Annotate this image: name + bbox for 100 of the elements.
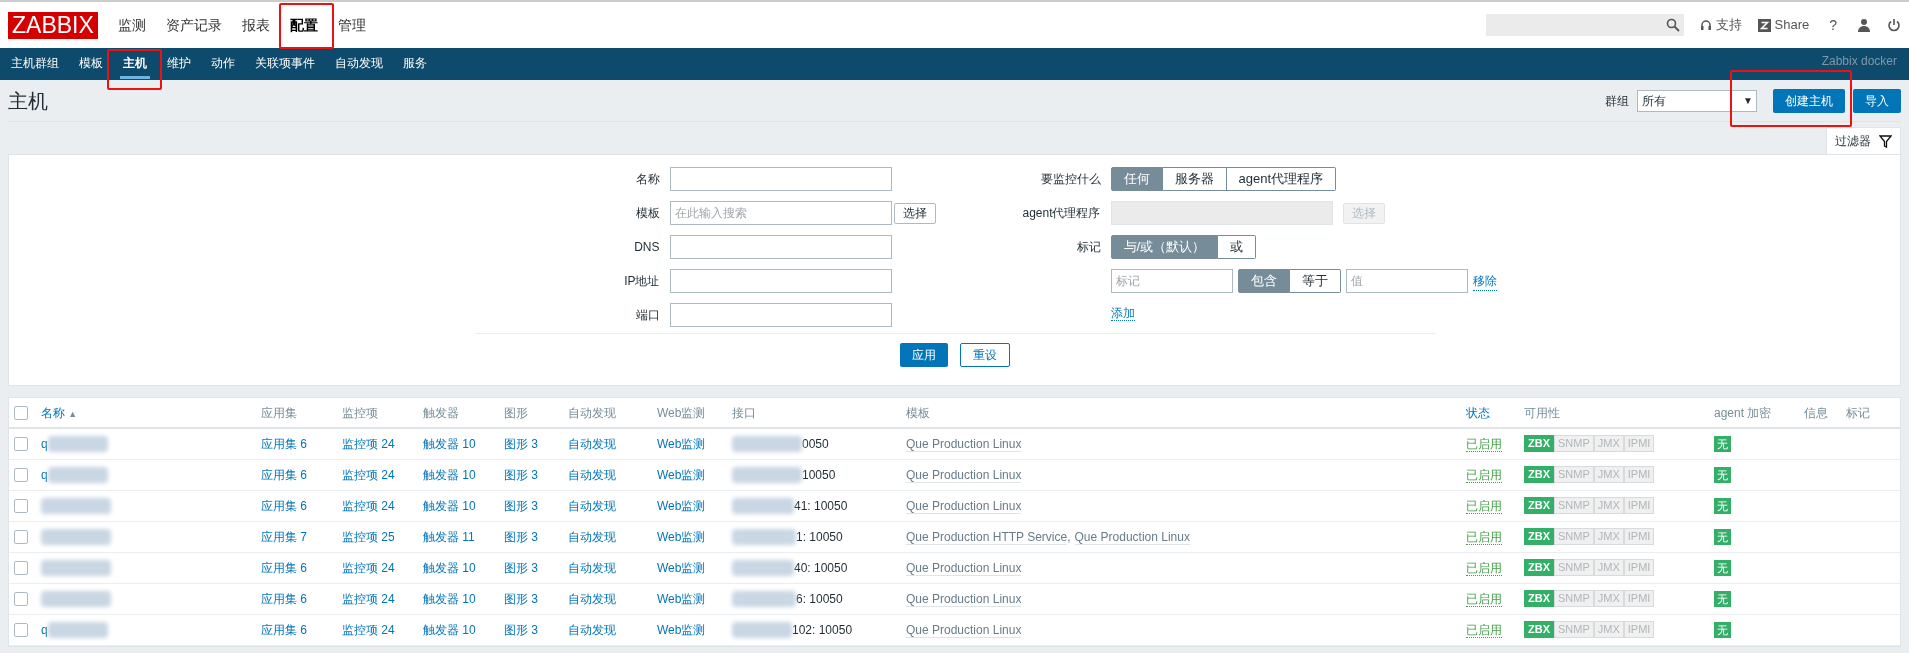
status-link[interactable]: 已启用 <box>1466 529 1502 545</box>
text-field[interactable] <box>669 167 892 191</box>
header-button[interactable]: 导入 <box>1853 88 1901 113</box>
table-link[interactable]: 图形 3 <box>504 436 538 451</box>
help-link[interactable]: ? <box>1825 14 1841 36</box>
filter-tab[interactable]: 过滤器 <box>1826 127 1901 154</box>
add-link[interactable]: 添加 <box>1110 306 1135 321</box>
status-link[interactable]: 已启用 <box>1466 560 1502 576</box>
table-link[interactable]: 图形 3 <box>504 498 538 513</box>
table-link[interactable]: 监控项 24 <box>342 467 395 482</box>
status-link[interactable]: 已启用 <box>1466 436 1502 452</box>
host-name-link[interactable]: q <box>41 434 48 453</box>
table-link[interactable]: 触发器 11 <box>423 529 475 544</box>
text-field[interactable] <box>669 303 892 327</box>
table-link[interactable]: 应用集 7 <box>261 529 307 544</box>
segment-option[interactable]: 包含 <box>1237 269 1290 293</box>
table-link[interactable]: 应用集 6 <box>261 591 307 606</box>
tag-value-field[interactable]: 值 <box>1345 269 1468 293</box>
status-link[interactable]: 已启用 <box>1466 498 1502 514</box>
text-field[interactable]: 在此输入搜索 <box>669 201 892 225</box>
table-link[interactable]: 图形 3 <box>504 622 538 637</box>
sub-menu-item[interactable]: 关联项事件 <box>252 49 318 79</box>
sub-menu-item[interactable]: 服务 <box>400 49 430 79</box>
search-field[interactable] <box>1485 14 1684 36</box>
table-link[interactable]: 触发器 10 <box>423 467 476 482</box>
apply-button[interactable]: 应用 <box>899 343 948 367</box>
sub-menu-item[interactable]: 主机 <box>120 49 150 79</box>
template-link[interactable]: Que Production Linux <box>1074 529 1190 545</box>
sub-menu-item[interactable]: 维护 <box>164 49 194 79</box>
table-link[interactable]: 自动发现 <box>568 467 616 482</box>
status-link[interactable]: 已启用 <box>1466 622 1502 638</box>
table-link[interactable]: Web监测 <box>657 529 706 544</box>
table-link[interactable]: Web监测 <box>657 467 706 482</box>
segment-option[interactable]: 等于 <box>1289 269 1341 293</box>
menu-item[interactable]: 管理 <box>333 10 370 40</box>
table-link[interactable]: 监控项 24 <box>342 622 395 637</box>
row-checkbox[interactable] <box>14 529 28 544</box>
table-link[interactable]: Web监测 <box>657 560 706 575</box>
host-name-link[interactable]: q <box>41 620 48 639</box>
segment-option[interactable]: 服务器 <box>1162 167 1227 191</box>
row-checkbox[interactable] <box>14 467 28 482</box>
select-all-checkbox[interactable] <box>14 405 28 420</box>
tag-name-field[interactable]: 标记 <box>1110 269 1233 293</box>
template-link[interactable]: Que Production Linux <box>906 436 1022 452</box>
group-select[interactable]: 所有 ▼ <box>1637 89 1757 112</box>
table-link[interactable]: 图形 3 <box>504 467 538 482</box>
sub-menu-item[interactable]: 模板 <box>76 49 106 79</box>
table-link[interactable]: 应用集 6 <box>261 498 307 513</box>
table-link[interactable]: 应用集 6 <box>261 436 307 451</box>
table-link[interactable]: 自动发现 <box>568 529 616 544</box>
select-button[interactable]: 选择 <box>893 202 936 224</box>
template-link[interactable]: Que Production Linux <box>906 560 1022 576</box>
status-link[interactable]: 已启用 <box>1466 591 1502 607</box>
template-link[interactable]: Que Production Linux <box>906 622 1022 638</box>
table-link[interactable]: 应用集 6 <box>261 467 307 482</box>
menu-item[interactable]: 报表 <box>237 10 274 40</box>
sub-menu-item[interactable]: 自动发现 <box>332 49 386 79</box>
table-link[interactable]: 监控项 24 <box>342 591 395 606</box>
table-link[interactable]: 应用集 6 <box>261 560 307 575</box>
remove-link[interactable]: 移除 <box>1472 271 1497 291</box>
row-checkbox[interactable] <box>14 591 28 606</box>
table-link[interactable]: 监控项 24 <box>342 436 395 451</box>
row-checkbox[interactable] <box>14 622 28 637</box>
support-link[interactable]: 支持 <box>1699 15 1742 35</box>
segment-option[interactable]: 与/或（默认） <box>1110 235 1219 259</box>
table-link[interactable]: 图形 3 <box>504 529 538 544</box>
reset-button[interactable]: 重设 <box>959 343 1010 367</box>
table-link[interactable]: 自动发现 <box>568 591 616 606</box>
table-link[interactable]: 自动发现 <box>568 436 616 451</box>
menu-item[interactable]: 监测 <box>113 10 150 40</box>
table-link[interactable]: 自动发现 <box>568 498 616 513</box>
table-link[interactable]: 应用集 6 <box>261 622 307 637</box>
table-link[interactable]: 触发器 10 <box>423 591 476 606</box>
column-header[interactable]: 名称 ▲ <box>41 405 78 420</box>
segment-option[interactable]: agent代理程序 <box>1226 167 1337 191</box>
share-link[interactable]: Share <box>1757 15 1810 35</box>
host-name-link[interactable]: q <box>41 465 48 484</box>
sub-menu-item[interactable]: 动作 <box>208 49 238 79</box>
menu-item[interactable]: 资产记录 <box>161 10 226 40</box>
menu-item[interactable]: 配置 <box>285 10 322 40</box>
table-link[interactable]: Web监测 <box>657 622 706 637</box>
column-header[interactable]: 状态 <box>1466 405 1490 420</box>
row-checkbox[interactable] <box>14 436 28 451</box>
logo[interactable]: ZABBIX <box>8 11 98 39</box>
segment-option[interactable]: 或 <box>1218 235 1257 259</box>
table-link[interactable]: 触发器 10 <box>423 622 476 637</box>
template-link[interactable]: Que Production Linux <box>906 498 1022 514</box>
power-icon[interactable] <box>1887 18 1901 32</box>
segment-option[interactable]: 任何 <box>1110 167 1163 191</box>
table-link[interactable]: Web监测 <box>657 436 706 451</box>
text-field[interactable] <box>669 235 892 259</box>
user-icon[interactable] <box>1857 18 1871 32</box>
table-link[interactable]: 触发器 10 <box>423 560 476 575</box>
template-link[interactable]: Que Production Linux <box>906 467 1022 483</box>
status-link[interactable]: 已启用 <box>1466 467 1502 483</box>
table-link[interactable]: 自动发现 <box>568 622 616 637</box>
sub-menu-item[interactable]: 主机群组 <box>8 49 62 79</box>
template-link[interactable]: Que Production Linux <box>906 591 1022 607</box>
table-link[interactable]: 触发器 10 <box>423 498 476 513</box>
row-checkbox[interactable] <box>14 560 28 575</box>
